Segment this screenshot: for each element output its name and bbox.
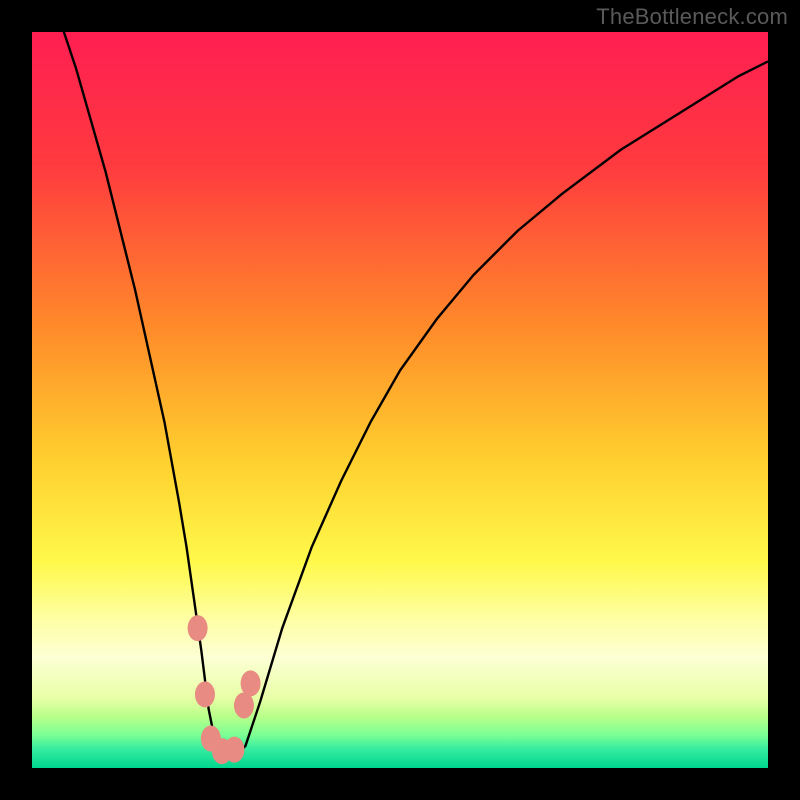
right-marker-lower bbox=[241, 670, 261, 696]
chart-svg bbox=[32, 32, 768, 768]
chart-container: TheBottleneck.com bbox=[0, 0, 800, 800]
gradient-background bbox=[32, 32, 768, 768]
left-marker-upper bbox=[188, 615, 208, 641]
plot-area bbox=[32, 32, 768, 768]
watermark-text: TheBottleneck.com bbox=[596, 4, 788, 30]
bottom-marker-3 bbox=[224, 737, 244, 763]
left-marker-lower bbox=[195, 681, 215, 707]
